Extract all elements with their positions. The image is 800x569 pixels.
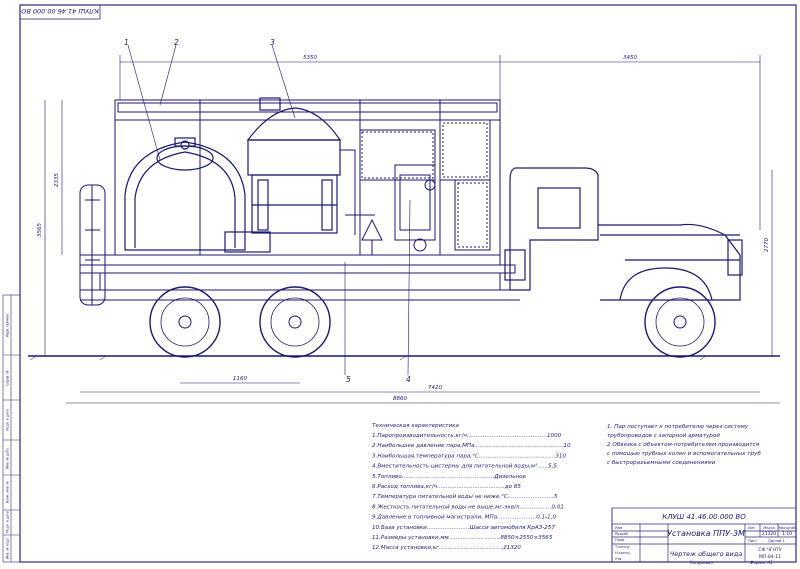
dim-top-right: 3450 [623, 55, 637, 61]
row-razrab: Разраб. [615, 532, 629, 536]
dim-bottom-2: 7420 [428, 385, 442, 391]
spec-line: 2.Наибольшее давление пара,МПа..........… [372, 443, 571, 449]
side-stamp-label: Перв. примен. [6, 313, 10, 337]
side-stamp-label: Справ. № [6, 370, 10, 386]
mass-value: 21320 [762, 531, 776, 537]
specs-title: Техническая характеристика [372, 423, 460, 429]
col-scale: Масштаб [778, 526, 796, 530]
spec-line: 8.Жесткость питательной воды не выше,мг-… [372, 504, 564, 510]
org-1: СФ ЧГНТУ [758, 547, 781, 553]
note-line: 2.Обвязка с объектом-потребителем произв… [607, 442, 760, 448]
copied-label: Копировал [690, 560, 713, 565]
wheels [149, 286, 716, 358]
spec-line: 12.Масса установки,кг...................… [372, 545, 521, 551]
row-tkontr: Т.контр. [614, 545, 630, 549]
side-stamp-labels: Перв. примен. Справ. № Подп. и дата Инв. № … [6, 313, 10, 559]
notes: 1. Пар поступает к потребителю через сис… [607, 424, 761, 466]
rear-ladder-unit [79, 184, 106, 306]
col-lit: Лит. [748, 526, 756, 530]
part-leaders [127, 44, 411, 376]
spec-line: 7.Температура питательной воды не ниже,°… [372, 494, 558, 500]
row-prov: Пров. [615, 538, 625, 542]
drawing-sheet: КЛУШ 41.46.00.000 ВО Перв. примен. Справ.… [0, 0, 800, 565]
note-line: с помощью трубных колен и вспомогательны… [607, 451, 761, 457]
spec-lines: 1.Паропроизводительность,кг/ч...........… [372, 433, 571, 551]
doc-number: КЛУШ 41.46.00.000 ВО [662, 513, 746, 521]
side-stamp-label: Инв. № дубл. [6, 447, 10, 469]
dim-height-right: 2770 [764, 238, 770, 252]
dimension-lines [44, 55, 780, 404]
dim-height-left-2: 3565 [37, 223, 43, 237]
spec-line: 4.Вместительность цистерны для питательн… [372, 463, 557, 470]
note-line: трубопроводов с запорной арматурой [607, 433, 720, 439]
col-mass: Масса [763, 526, 774, 530]
sheet-name: Чертеж общего вида [670, 550, 742, 558]
part-number-5: 5 [346, 375, 351, 384]
feed-water-tank [124, 137, 246, 251]
dim-top-left: 5350 [303, 55, 317, 61]
spec-line: 9.Давление в топливной магистрали, МПа..… [372, 515, 557, 521]
truck-cab [504, 167, 743, 301]
col-sheet: Лист [748, 539, 757, 543]
side-stamp-label: Подп. и дата [6, 511, 10, 533]
pipework [340, 119, 491, 255]
dim-bottom-1: 1160 [233, 376, 247, 382]
part-number-4: 4 [406, 375, 411, 384]
product-name: Установка ППУ-3М [667, 529, 745, 538]
format-label: Формат А1 [750, 560, 773, 565]
dim-bottom-total: 8860 [393, 396, 407, 402]
steam-boiler [224, 97, 342, 253]
part-number-3: 3 [270, 38, 275, 47]
col-sheets: Листов 1 [768, 539, 785, 543]
spec-line: 3.Наибольшая температура пара,°C........… [372, 453, 566, 459]
note-line: с быстроразъемными соединениями [607, 460, 716, 466]
note-line: 1. Пар поступает к потребителю через сис… [607, 424, 749, 430]
scale-value: 1:10 [782, 531, 792, 537]
technical-drawing: КЛУШ 41.46.00.000 ВО Перв. примен. Справ.… [2, 4, 797, 565]
spec-line: 1.Паропроизводительность,кг/ч...........… [372, 433, 562, 439]
spec-line: 6.Расход топлива,кг/ч...................… [372, 484, 521, 490]
part-number-1: 1 [124, 38, 129, 47]
top-stamp: КЛУШ 41.46.00.000 ВО [19, 4, 101, 20]
dim-height-left-1: 2335 [54, 173, 60, 187]
spec-line: 10.База установки.......................… [372, 525, 555, 531]
row-nkontr: Н.контр. [615, 551, 631, 555]
spec-line: 5.Топливо...............................… [372, 474, 527, 480]
side-stamp-label: Подп. и дата [6, 409, 10, 431]
technical-specs: Техническая характеристика 1.Паропроизво… [372, 423, 571, 551]
top-stamp-text: КЛУШ 41.46.00.000 ВО [21, 7, 99, 15]
side-stamp-label: Взам. инв. № [6, 481, 10, 503]
row-izm: Изм [615, 526, 622, 530]
chassis [79, 254, 520, 301]
equipment-frame [114, 99, 501, 256]
side-stamp-label: Инв. № подл. [6, 537, 10, 559]
part-number-2: 2 [174, 38, 179, 47]
spec-line: 11.Размеры установки,мм.................… [372, 535, 553, 541]
row-utv: Утв. [615, 557, 622, 561]
